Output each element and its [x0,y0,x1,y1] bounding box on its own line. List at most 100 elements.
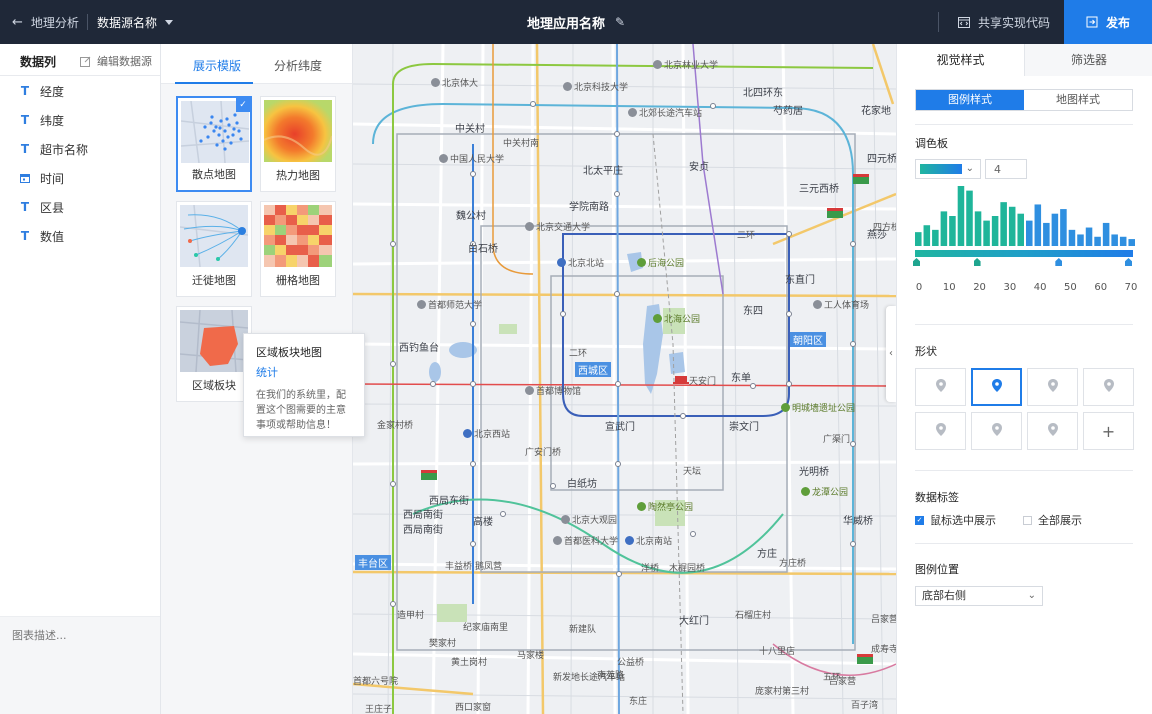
map-label: 五环 [823,673,842,683]
header-divider [87,14,88,30]
map-label: 樊家村 [429,639,457,649]
range-handle[interactable] [913,258,920,266]
checkbox-hover-show[interactable]: ✓ 鼠标选中展示 [915,512,996,528]
map-label: 广安门桥 [525,448,562,458]
edit-pencil-icon[interactable]: ✎ [615,15,625,29]
tab-filter[interactable]: 筛选器 [1025,44,1152,76]
date-type-icon [20,174,30,183]
field-item[interactable]: T 超市名称 [20,139,88,159]
tab-display-template[interactable]: 展示模版 [193,44,241,84]
template-tabs: 展示模版 分析纬度 [161,44,352,84]
checkbox-show-all[interactable]: 全部展示 [1023,512,1082,528]
pin-icon [991,422,1002,440]
map-label: 四方桥 [873,223,896,233]
shape-option[interactable] [1027,412,1078,450]
map-label: 四元桥 [867,154,896,165]
template-card-grid[interactable]: 栅格地图 [260,201,336,297]
tooltip-subtitle: 统计 [256,366,278,379]
map-label: 成寿寺 [871,645,896,655]
style-tabs: 视觉样式 筛选器 [897,44,1152,76]
map-label: 高楼 [473,517,493,528]
palette-title: 调色板 [915,137,948,150]
description-placeholder: 图表描述... [12,629,67,642]
publish-button[interactable]: 发布 [1064,0,1152,44]
park-icon [653,314,662,323]
back-label: 地理分析 [30,15,79,30]
pin-icon [935,422,946,440]
color-count-input[interactable] [985,159,1027,179]
legend-position-value: 底部右侧 [922,589,966,602]
shape-option[interactable] [971,412,1022,450]
map-label: 造甲村 [397,611,425,621]
range-handle[interactable] [1055,258,1063,266]
chart-description-input[interactable]: 图表描述... [0,616,160,714]
field-item[interactable]: T 数值 [20,226,64,246]
tab-analysis-dimension[interactable]: 分析纬度 [274,44,322,84]
field-label: 超市名称 [40,142,89,157]
shape-option[interactable] [1027,368,1078,406]
shape-option[interactable] [1083,368,1134,406]
back-button[interactable]: ← 地理分析 [12,0,79,44]
map-label: 白石桥 [468,244,498,255]
template-card-region[interactable]: 区域板块 [176,306,252,402]
shape-option[interactable] [915,368,966,406]
edit-icon [80,56,91,67]
shape-option[interactable]: + [1083,412,1134,450]
field-item[interactable]: 时间 [20,168,64,188]
section-divider [915,543,1133,544]
edit-datasource-label: 编辑数据源 [97,55,152,68]
map-label: 北四环东 [743,88,783,99]
park-icon [637,258,646,267]
histogram-bar [949,216,956,246]
publish-icon [1086,16,1098,28]
palette-dropdown[interactable]: ⌄ [915,159,981,179]
collapse-panel-button[interactable]: ‹ [886,306,896,402]
histogram-bar [1051,213,1059,246]
map-label: 金家村桥 [377,421,414,431]
subtab-legend-style[interactable]: 图例样式 [916,90,1024,110]
edit-datasource-button[interactable]: 编辑数据源 [80,53,152,69]
arrow-left-icon: ← [12,14,23,30]
histogram-bar [1085,227,1093,246]
text-type-icon: T [20,229,30,243]
map-label: 白纸坊 [567,479,597,490]
template-card-scatter[interactable]: ✓ 散点地图 [176,96,252,192]
map-label: 安贞 [689,162,709,173]
datasource-dropdown[interactable]: 数据源名称 [97,0,174,44]
range-handle[interactable] [1125,258,1132,266]
park-icon [637,502,646,511]
poi-icon [525,222,534,231]
template-card-label: 区域板块 [192,379,236,392]
field-item[interactable]: T 区县 [20,197,64,217]
station-icon [463,429,472,438]
map-label: 黄土岗村 [451,658,488,668]
caret-down-icon [165,19,174,25]
share-code-button[interactable]: 共享实现代码 [958,0,1050,44]
range-handle[interactable] [973,258,981,266]
pin-icon [991,378,1002,396]
shape-option[interactable] [971,368,1022,406]
subtab-map-style[interactable]: 地图样式 [1024,90,1132,110]
map-label: 广渠门 [823,435,851,445]
range-tick: 0 [915,282,923,293]
map-label: 二环 [737,231,756,241]
template-card-migration[interactable]: 迁徙地图 [176,201,252,297]
style-subtabs: 图例样式 地图样式 [915,89,1133,111]
map-label: 洋桥 [641,564,660,574]
range-tick: 70 [1124,282,1138,293]
field-item[interactable]: T 经度 [20,81,64,101]
field-label: 经度 [40,84,65,99]
tab-visual-style[interactable]: 视觉样式 [897,44,1025,76]
map-label: 天安门 [689,377,717,387]
field-label: 纬度 [40,113,65,128]
pin-icon [1103,378,1114,396]
text-type-icon: T [20,84,30,98]
app-title: 地理应用名称 [526,16,605,32]
map-canvas[interactable]: 北京体大 北京科技大学 北京林业大学 北四环东 芍药居 北郊长途汽车站 花家地 … [353,44,896,714]
field-label: 数值 [40,229,65,244]
shape-option[interactable] [915,412,966,450]
template-card-heat[interactable]: 热力地图 [260,96,336,192]
legend-position-select[interactable]: 底部右侧 ⌄ [915,586,1043,606]
field-item[interactable]: T 纬度 [20,110,64,130]
columns-header: 数据列 编辑数据源 [0,44,160,76]
